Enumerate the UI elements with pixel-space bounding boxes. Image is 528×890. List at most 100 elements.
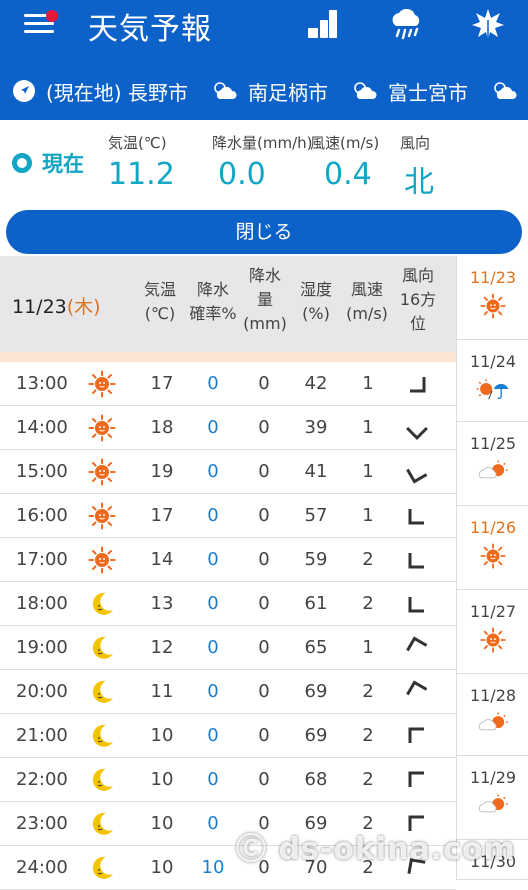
cell-precip-probability: 0 bbox=[207, 373, 219, 394]
time: 21:00 bbox=[16, 725, 68, 746]
cloud-sun-icon bbox=[457, 459, 528, 487]
app-header: 天気予報 bbox=[0, 0, 528, 48]
sun-icon bbox=[88, 370, 116, 398]
header-precip-probability: 降水 確率% bbox=[189, 280, 237, 323]
wind-direction-icon bbox=[404, 415, 430, 441]
wind-direction-icon bbox=[404, 371, 430, 397]
cell-precip-probability: 0 bbox=[207, 417, 219, 438]
cell-humidity: 69 bbox=[304, 725, 328, 746]
cell-temperature: 10 bbox=[150, 725, 174, 746]
tab-label: 富士宮市 bbox=[388, 80, 468, 105]
cell-precip-probability: 0 bbox=[207, 813, 219, 834]
time: 19:00 bbox=[16, 637, 68, 658]
cell-temperature: 10 bbox=[150, 857, 174, 878]
cell-wind-speed: 2 bbox=[362, 681, 374, 702]
day-date: 11/23 bbox=[469, 268, 517, 287]
ranking-icon[interactable] bbox=[304, 6, 340, 42]
tab-minamiashigara[interactable]: 南足柄市 bbox=[212, 76, 328, 106]
menu-icon[interactable] bbox=[24, 10, 58, 36]
cell-humidity: 61 bbox=[304, 593, 328, 614]
cell-precip-amount: 0 bbox=[258, 681, 270, 702]
table-row: 22:00 10 0 0 68 2 bbox=[0, 758, 456, 802]
time: 23:00 bbox=[16, 813, 68, 834]
header-precip-amount: 降水量 (mm) bbox=[243, 266, 287, 333]
cell-temperature: 14 bbox=[150, 549, 174, 570]
cell-wind-speed: 1 bbox=[362, 637, 374, 658]
tab-fujinomiya[interactable]: 富士宮市 bbox=[352, 76, 468, 106]
cell-precip-probability: 0 bbox=[207, 725, 219, 746]
cell-humidity: 65 bbox=[304, 637, 328, 658]
cell-wind-speed: 1 bbox=[362, 373, 374, 394]
table-row: 16:00 17 0 0 57 1 bbox=[0, 494, 456, 538]
table-row: 17:00 14 0 0 59 2 bbox=[0, 538, 456, 582]
day-item[interactable]: 11/23 bbox=[457, 256, 528, 340]
table-row: 18:00 13 0 0 61 2 bbox=[0, 582, 456, 626]
table-date: 11/23(木) bbox=[12, 296, 101, 318]
wind-direction-icon bbox=[404, 503, 430, 529]
day-item[interactable]: 11/28 bbox=[457, 674, 528, 756]
time: 24:00 bbox=[16, 857, 68, 878]
header-humidity: 湿度 (%) bbox=[299, 280, 332, 323]
rain-icon[interactable] bbox=[388, 6, 424, 42]
cell-wind-speed: 2 bbox=[362, 593, 374, 614]
cell-temperature: 19 bbox=[150, 461, 174, 482]
cloud-sun-icon bbox=[494, 82, 517, 99]
day-date: 11/25 bbox=[469, 434, 517, 453]
cell-precip-probability: 0 bbox=[207, 505, 219, 526]
cell-precip-probability: 0 bbox=[207, 637, 219, 658]
app-title: 天気予報 bbox=[88, 12, 212, 47]
close-button[interactable]: 閉じる bbox=[6, 210, 522, 254]
cell-precip-probability: 0 bbox=[207, 769, 219, 790]
wind-direction-icon bbox=[404, 459, 430, 485]
table-row: 21:00 10 0 0 69 2 bbox=[0, 714, 456, 758]
day-item[interactable]: 11/27 bbox=[457, 590, 528, 674]
current-label: 現在 bbox=[12, 148, 84, 178]
wind-direction-icon bbox=[404, 635, 430, 661]
cell-humidity: 68 bbox=[304, 769, 328, 790]
cell-humidity: 59 bbox=[304, 549, 328, 570]
moon-icon bbox=[88, 590, 116, 618]
table-row: 13:00 17 0 0 42 1 bbox=[0, 362, 456, 406]
moon-icon bbox=[88, 634, 116, 662]
cell-precip-amount: 0 bbox=[258, 505, 270, 526]
cell-humidity: 39 bbox=[304, 417, 328, 438]
cell-precip-amount: 0 bbox=[258, 417, 270, 438]
day-item[interactable]: 11/24 bbox=[457, 340, 528, 422]
time: 16:00 bbox=[16, 505, 68, 526]
cell-temperature: 11 bbox=[150, 681, 174, 702]
cell-temperature: 17 bbox=[150, 373, 174, 394]
cell-precip-amount: 0 bbox=[258, 637, 270, 658]
day-date: 11/24 bbox=[469, 352, 517, 371]
leaf-icon[interactable] bbox=[470, 6, 506, 42]
day-item[interactable]: 11/25 bbox=[457, 422, 528, 506]
cell-humidity: 69 bbox=[304, 681, 328, 702]
notification-dot bbox=[46, 10, 58, 22]
time: 18:00 bbox=[16, 593, 68, 614]
day-date: 11/27 bbox=[469, 602, 517, 621]
cell-precip-amount: 0 bbox=[258, 769, 270, 790]
watermark: Ⓒ ds-okina.com bbox=[236, 832, 516, 867]
cell-wind-speed: 2 bbox=[362, 769, 374, 790]
cloud-sun-icon bbox=[214, 82, 237, 99]
cell-humidity: 57 bbox=[304, 505, 328, 526]
day-item[interactable]: 11/26 bbox=[457, 506, 528, 590]
moon-icon bbox=[88, 678, 116, 706]
day-selector: 11/23 11/24 11/25 11/26 11/27 11/28 11/2… bbox=[456, 256, 528, 880]
header-temperature: 気温 (℃) bbox=[143, 280, 176, 323]
cell-wind-speed: 1 bbox=[362, 461, 374, 482]
cell-precip-probability: 0 bbox=[207, 549, 219, 570]
wind-direction-icon bbox=[404, 591, 430, 617]
tab-current-location[interactable]: (現在地) 長野市 bbox=[12, 76, 188, 106]
metric-wind-direction: 風向北 bbox=[400, 134, 434, 200]
sun-icon bbox=[457, 627, 528, 657]
cell-temperature: 10 bbox=[150, 769, 174, 790]
time: 14:00 bbox=[16, 417, 68, 438]
cell-temperature: 10 bbox=[150, 813, 174, 834]
current-hour-strip bbox=[0, 352, 456, 362]
metric-temperature: 気温(℃) 11.2 bbox=[108, 134, 175, 192]
tab-next[interactable] bbox=[492, 76, 528, 106]
wind-direction-icon bbox=[404, 723, 430, 749]
cell-wind-speed: 1 bbox=[362, 417, 374, 438]
day-date: 11/29 bbox=[469, 768, 517, 787]
time: 20:00 bbox=[16, 681, 68, 702]
